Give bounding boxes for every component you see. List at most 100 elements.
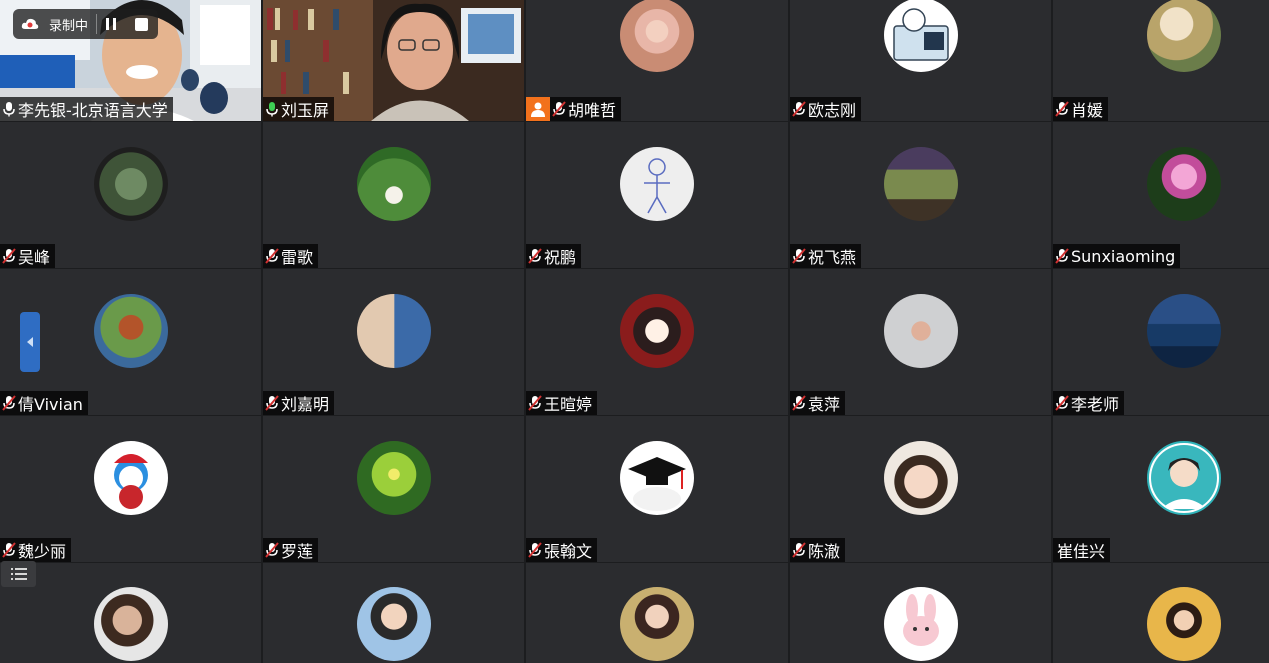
mic-muted-icon: [792, 395, 806, 411]
video-tile[interactable]: [790, 563, 1051, 663]
avatar: [883, 147, 958, 221]
participant-name: 肖媛: [1071, 101, 1104, 120]
participant-name-bar: 崔佳兴: [1053, 538, 1111, 562]
video-tile[interactable]: 張翰文: [526, 416, 788, 562]
participant-name-bar: 魏少丽: [0, 538, 72, 562]
video-tile[interactable]: 王暄婷: [526, 269, 788, 415]
avatar: [883, 294, 958, 368]
participant-name: 李老师: [1071, 395, 1120, 414]
mic-muted-icon: [2, 542, 16, 558]
participant-name-bar: 李老师: [1053, 391, 1125, 415]
participant-name-bar: 欧志刚: [790, 97, 862, 121]
participant-name: 胡唯哲: [568, 101, 617, 120]
avatar: [93, 587, 168, 661]
participant-name: 祝鹏: [544, 248, 577, 267]
video-tile[interactable]: 录制中 李先银-北京语言大学: [0, 0, 261, 121]
avatar: [883, 587, 958, 661]
avatar: [1146, 441, 1221, 515]
participant-name: 王暄婷: [544, 395, 593, 414]
participant-name-bar: 陈澈: [790, 538, 846, 562]
video-tile[interactable]: 李老师: [1053, 269, 1269, 415]
participant-name: 魏少丽: [18, 542, 67, 561]
avatar: [1146, 147, 1221, 221]
mic-active-icon: [3, 102, 15, 117]
mic-muted-icon: [1055, 248, 1069, 264]
recording-status: 录制中: [49, 18, 89, 34]
mic-muted-icon: [528, 395, 542, 411]
avatar: [356, 147, 431, 221]
avatar: [883, 0, 958, 72]
video-tile[interactable]: 崔佳兴: [1053, 416, 1269, 562]
mic-muted-icon: [792, 101, 806, 117]
participant-name: 祝飞燕: [808, 248, 857, 267]
participant-name: 刘嘉明: [281, 395, 330, 414]
avatar: [356, 587, 431, 661]
mic-muted-icon: [528, 542, 542, 558]
video-tile[interactable]: 魏少丽: [0, 416, 261, 562]
video-tile[interactable]: [526, 563, 788, 663]
participant-name-bar: 倩Vivian: [0, 391, 88, 415]
participant-name-bar: 袁萍: [790, 391, 846, 415]
mic-muted-icon: [552, 101, 566, 117]
mic-muted-icon: [265, 542, 279, 558]
mic-muted-icon: [528, 248, 542, 264]
pause-icon[interactable]: [105, 17, 117, 31]
mic-muted-icon: [792, 248, 806, 264]
participant-list-button[interactable]: [1, 561, 36, 587]
mic-muted-icon: [2, 248, 16, 264]
participant-name: 吴峰: [18, 248, 51, 267]
participant-name: 李先银-北京语言大学: [18, 101, 168, 120]
video-tile[interactable]: 祝鹏: [526, 122, 788, 268]
video-tile[interactable]: 刘玉屏: [263, 0, 524, 121]
video-tile[interactable]: 吴峰: [0, 122, 261, 268]
collapse-panel-button[interactable]: [20, 312, 40, 372]
mic-muted-icon: [1055, 395, 1069, 411]
video-tile[interactable]: [1053, 563, 1269, 663]
video-tile[interactable]: 刘嘉明: [263, 269, 524, 415]
video-tile[interactable]: 欧志刚: [790, 0, 1051, 121]
avatar: [1146, 294, 1221, 368]
video-tile[interactable]: 雷歌: [263, 122, 524, 268]
mic-muted-icon: [2, 395, 16, 411]
mic-active-icon: [266, 102, 278, 117]
list-icon: [10, 568, 27, 580]
participant-name-bar: 胡唯哲: [550, 97, 622, 121]
participant-name: 雷歌: [281, 248, 314, 267]
participant-name-bar: 張翰文: [526, 538, 598, 562]
participant-name-bar: 李先银-北京语言大学: [0, 97, 173, 121]
video-tile[interactable]: [0, 563, 261, 663]
person-icon: [526, 97, 550, 121]
avatar: [620, 147, 694, 221]
avatar: [93, 147, 168, 221]
participant-name-bar: 雷歌: [263, 244, 319, 268]
recording-indicator[interactable]: 录制中: [13, 9, 158, 39]
avatar: [883, 441, 958, 515]
video-tile[interactable]: 祝飞燕: [790, 122, 1051, 268]
mic-muted-icon: [265, 395, 279, 411]
participant-name: 袁萍: [808, 395, 841, 414]
participant-name-bar: 肖媛: [1053, 97, 1109, 121]
participant-name: Sunxiaoming: [1071, 246, 1176, 266]
participant-name-bar: 刘玉屏: [263, 97, 335, 121]
avatar: [620, 0, 694, 72]
mic-muted-icon: [792, 542, 806, 558]
video-tile[interactable]: 陈澈: [790, 416, 1051, 562]
video-grid: 录制中 李先银-北京语言大学 刘玉屏 胡唯哲 欧志刚 肖媛 吴峰 雷歌 祝鹏 祝…: [0, 0, 1269, 663]
stop-icon[interactable]: [135, 17, 149, 31]
participant-name-bar: 祝飞燕: [790, 244, 862, 268]
participant-name-bar: 刘嘉明: [263, 391, 335, 415]
video-tile[interactable]: 袁萍: [790, 269, 1051, 415]
avatar: [356, 294, 431, 368]
video-tile[interactable]: [263, 563, 524, 663]
participant-name: 倩Vivian: [18, 395, 83, 414]
video-tile[interactable]: 肖媛: [1053, 0, 1269, 121]
avatar: [1146, 587, 1221, 661]
video-tile[interactable]: 胡唯哲: [526, 0, 788, 121]
participant-name: 陈澈: [808, 542, 841, 561]
participant-name-bar: 王暄婷: [526, 391, 598, 415]
mic-muted-icon: [1055, 101, 1069, 117]
video-tile[interactable]: Sunxiaoming: [1053, 122, 1269, 268]
avatar: [620, 441, 694, 515]
chevron-left-icon: [27, 337, 33, 347]
video-tile[interactable]: 罗莲: [263, 416, 524, 562]
